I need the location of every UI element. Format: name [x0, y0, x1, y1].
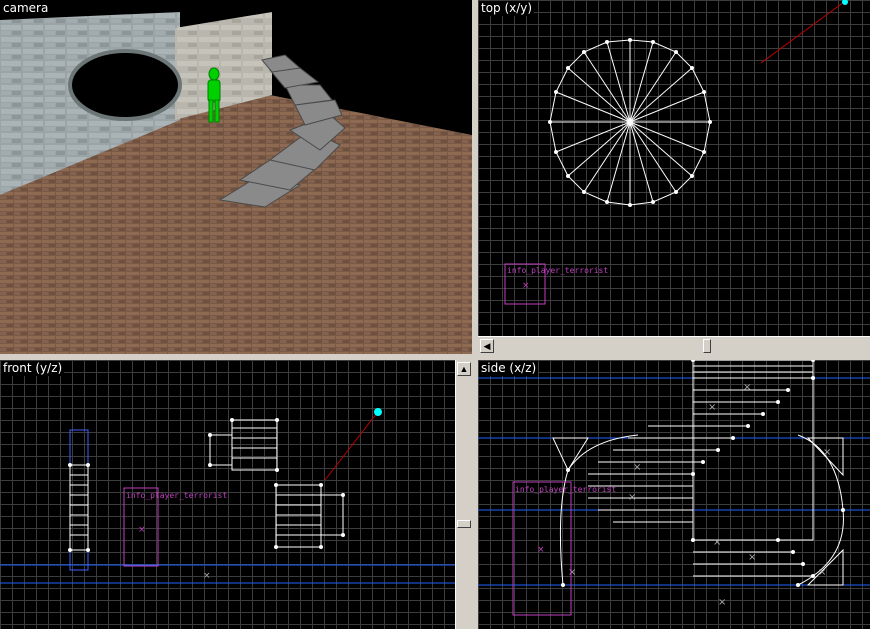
viewport-label-camera: camera: [1, 1, 51, 16]
svg-text:×: ×: [568, 567, 576, 578]
svg-text:×: ×: [743, 382, 751, 393]
viewport-label-front: front (y/z): [1, 361, 65, 376]
svg-text:×: ×: [708, 402, 716, 413]
svg-text:×: ×: [628, 492, 636, 503]
staircase-front-outline: [69, 419, 344, 551]
svg-text:×: ×: [718, 597, 726, 608]
camera-point[interactable]: [374, 408, 382, 416]
svg-text:×: ×: [633, 462, 641, 473]
svg-text:×: ×: [203, 571, 211, 581]
side-viewport[interactable]: × × × × × × × × × × info_player_terrorist × si…: [478, 360, 870, 629]
vertical-scroll-thumb[interactable]: [457, 520, 471, 528]
svg-text:×: ×: [748, 552, 756, 563]
side-view-geometry: × × × × × × × × × × info_player_terrorist ×: [478, 360, 870, 616]
scroll-left-button[interactable]: ◀: [480, 339, 494, 353]
svg-text:×: ×: [138, 525, 146, 535]
entity-label: info_player_terrorist: [507, 266, 608, 275]
horizontal-scroll-thumb[interactable]: [703, 339, 711, 353]
entity-label: info_player_terrorist: [515, 485, 616, 494]
front-vertical-scrollbar[interactable]: ▲: [455, 360, 473, 629]
svg-text:×: ×: [818, 567, 826, 578]
entity-label: info_player_terrorist: [126, 491, 227, 500]
staircase-side-outline: [552, 360, 844, 586]
viewport-label-top: top (x/y): [479, 1, 535, 16]
viewport-label-side: side (x/z): [479, 361, 539, 376]
front-view-geometry: info_player_terrorist × ×: [0, 408, 455, 584]
svg-text:×: ×: [522, 281, 530, 291]
camera-point[interactable]: [842, 0, 848, 5]
camera-viewport[interactable]: camera: [0, 0, 472, 354]
front-viewport[interactable]: info_player_terrorist × × front (y/z): [0, 360, 455, 629]
camera-view-ray: [324, 412, 378, 481]
top-horizontal-scrollbar[interactable]: ◀: [478, 336, 870, 355]
top-viewport[interactable]: info_player_terrorist × top (x/y): [478, 0, 870, 336]
wall-hole: [68, 49, 182, 121]
camera-view-ray: [760, 1, 845, 64]
camera-scene: [0, 0, 472, 354]
svg-text:×: ×: [713, 537, 721, 548]
staircase-top-outline: [549, 39, 711, 206]
scroll-up-button[interactable]: ▲: [457, 362, 471, 376]
svg-text:×: ×: [823, 447, 831, 458]
top-view-geometry: info_player_terrorist ×: [504, 0, 848, 305]
svg-text:×: ×: [537, 545, 545, 555]
